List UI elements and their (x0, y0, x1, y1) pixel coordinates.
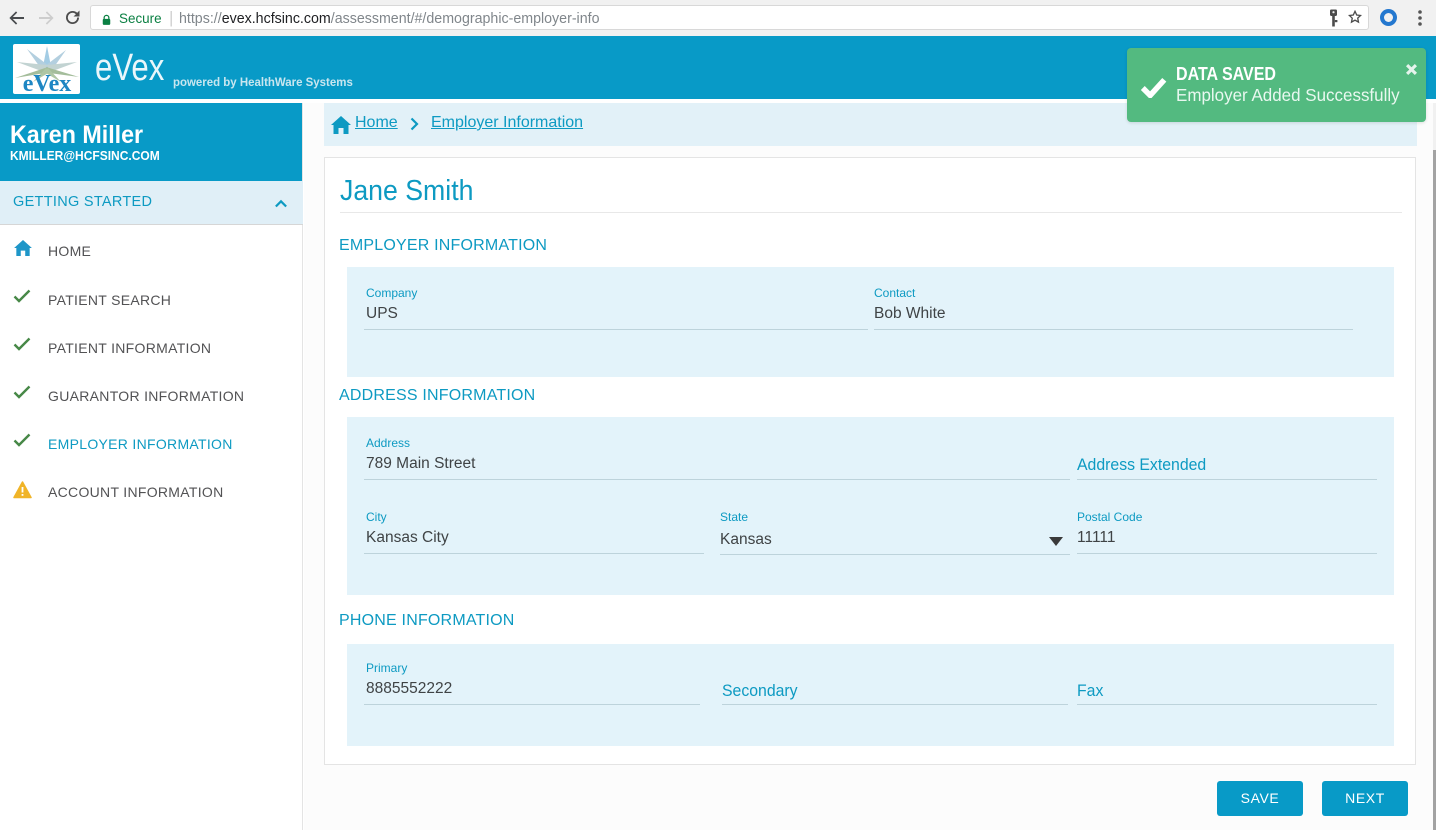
svg-text:eVex: eVex (23, 71, 71, 94)
